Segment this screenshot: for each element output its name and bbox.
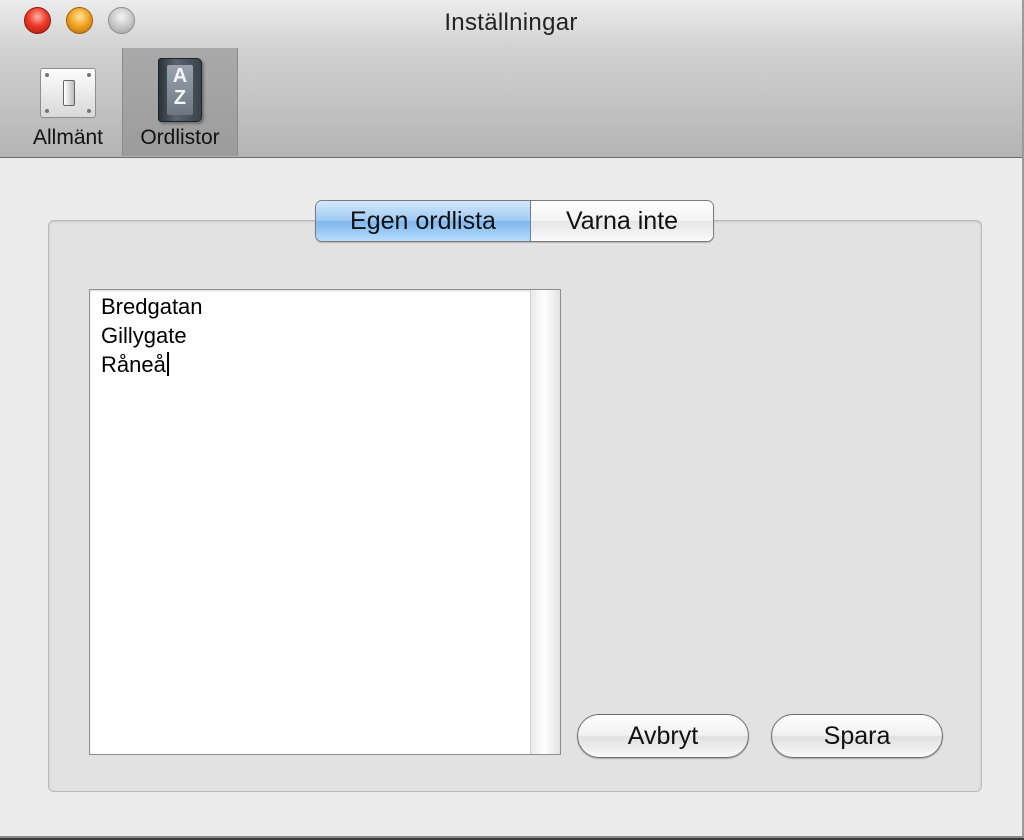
book-icon-letter-z: Z xyxy=(173,87,187,109)
toolbar-item-dictionaries-label: Ordlistor xyxy=(140,126,220,149)
book-icon-letter-a: A xyxy=(172,65,188,87)
toolbar-item-general[interactable]: Allmänt xyxy=(18,48,118,156)
window-title: Inställningar xyxy=(444,9,578,36)
toolbar-item-dictionaries[interactable]: A Z Ordlistor xyxy=(122,48,238,156)
list-item: Bredgatan xyxy=(101,294,203,319)
title-bar: Inställningar Allmänt A Z Ordlistor xyxy=(0,0,1022,158)
content-area: Egen ordlista Varna inte Bredgatan Gilly… xyxy=(0,158,1022,836)
toolbar-item-general-label: Allmänt xyxy=(32,126,104,149)
word-list-content: Bredgatan Gillygate Råneå xyxy=(101,292,203,379)
toggle-switch-icon xyxy=(40,68,96,118)
cancel-button[interactable]: Avbryt xyxy=(577,714,749,758)
tab-own-wordlist[interactable]: Egen ordlista xyxy=(316,201,531,241)
dictionary-book-icon: A Z xyxy=(158,58,202,122)
tab-switcher: Egen ordlista Varna inte xyxy=(315,200,714,242)
text-cursor xyxy=(166,352,169,376)
list-item: Råneå xyxy=(101,350,203,379)
list-item-text: Råneå xyxy=(101,352,166,377)
save-button[interactable]: Spara xyxy=(771,714,943,758)
vertical-scrollbar[interactable] xyxy=(530,290,560,754)
preferences-window: Inställningar Allmänt A Z Ordlistor Egen… xyxy=(0,0,1024,838)
tab-do-not-warn[interactable]: Varna inte xyxy=(531,201,713,241)
word-list-textarea[interactable]: Bredgatan Gillygate Råneå xyxy=(89,289,561,755)
list-item: Gillygate xyxy=(101,323,187,348)
